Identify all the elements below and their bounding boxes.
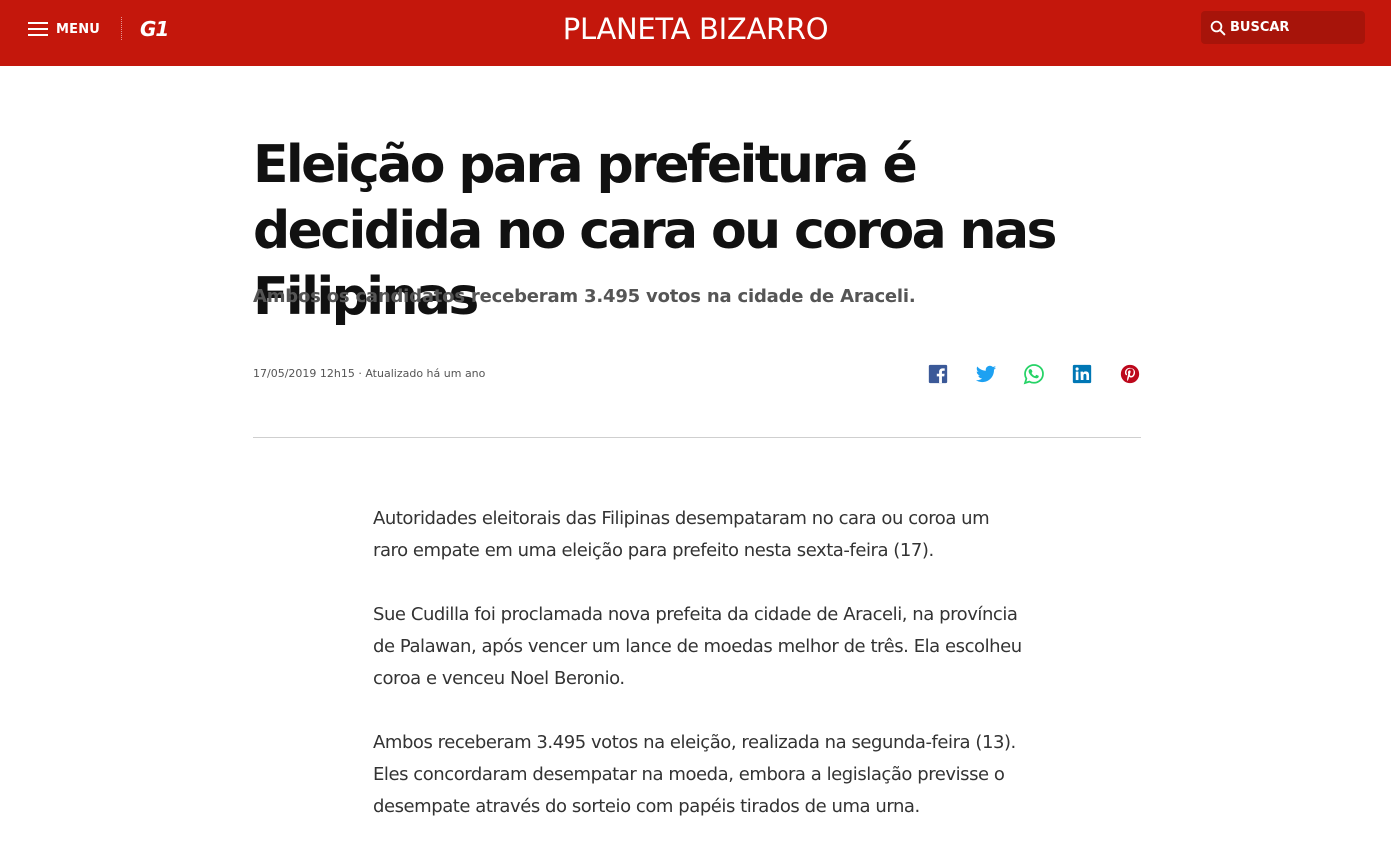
search-icon xyxy=(1210,20,1226,35)
header-divider xyxy=(121,17,122,40)
share-linkedin-button[interactable] xyxy=(1070,362,1094,386)
share-whatsapp-button[interactable] xyxy=(1022,362,1046,386)
article-paragraph: Ambos receberam 3.495 votos na eleição, … xyxy=(373,732,1016,817)
facebook-icon xyxy=(928,364,948,384)
share-twitter-button[interactable] xyxy=(974,362,998,386)
article-paragraph: Sue Cudilla foi proclamada nova prefeita… xyxy=(373,604,1022,689)
menu-label: MENU xyxy=(56,21,101,37)
search-button[interactable]: BUSCAR xyxy=(1201,11,1365,44)
hamburger-icon xyxy=(28,22,48,36)
twitter-icon xyxy=(975,365,997,383)
g1-logo[interactable]: G1 xyxy=(140,17,176,41)
article-body: Autoridades eleitorais das Filipinas des… xyxy=(373,503,1023,855)
pinterest-icon xyxy=(1120,364,1140,384)
share-pinterest-button[interactable] xyxy=(1118,362,1142,386)
whatsapp-icon xyxy=(1023,364,1044,385)
top-bar: MENU G1 PLANETA BIZARRO BUSCAR xyxy=(0,0,1391,66)
header-divider-line xyxy=(253,437,1141,438)
article-subtitle: Ambos os candidatos receberam 3.495 voto… xyxy=(253,286,916,307)
linkedin-icon xyxy=(1072,364,1092,384)
article-paragraph: Autoridades eleitorais das Filipinas des… xyxy=(373,508,990,561)
section-title: PLANETA BIZARRO xyxy=(562,12,829,46)
search-label: BUSCAR xyxy=(1230,20,1290,35)
share-facebook-button[interactable] xyxy=(926,362,950,386)
menu-button[interactable]: MENU xyxy=(28,18,100,40)
publish-date: 17/05/2019 12h15 · Atualizado há um ano xyxy=(253,367,486,380)
